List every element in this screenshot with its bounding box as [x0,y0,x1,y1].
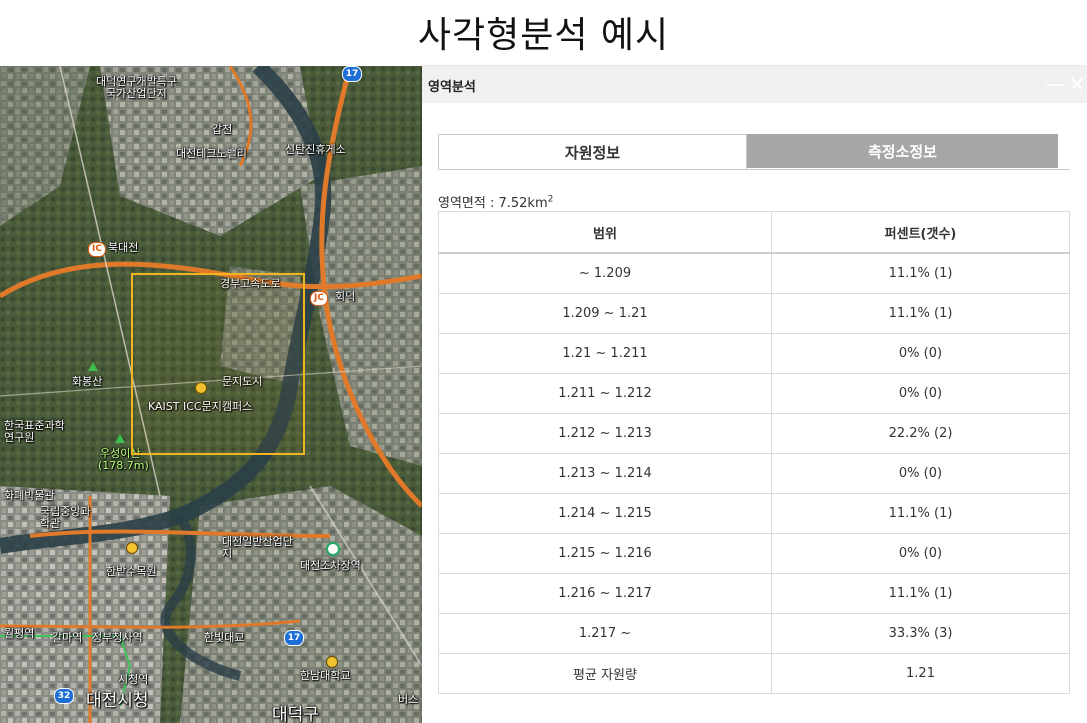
percent-cell: 11.1% (1) [771,573,1070,614]
map-label-daedeok2: 국가산업단지 [106,87,167,100]
page-title: 사각형분석 예시 [417,15,670,56]
table-row: 1.216 ~ 1.217 11.1% (1) [438,573,1070,614]
panel-controls: — ✕ [1043,74,1087,94]
map-label-sintan: 신탄진휴게소 [285,143,346,156]
map-label-kriss: 한국표준과학연구원 [4,419,65,444]
range-cell: 1.212 ~ 1.213 [438,413,772,454]
result-table: 범위 퍼센트(갯수) ~ 1.209 11.1% (1) 1.209 ~ 1.21 1… [438,211,1070,694]
hanbat-poi-icon[interactable] [126,542,138,554]
tab-station-info[interactable]: 측정소정보 [747,134,1058,168]
hannam-poi-icon[interactable] [326,656,338,668]
close-icon[interactable]: ✕ [1067,74,1087,94]
map-label-techno: 대전테크노밸리 [176,147,247,160]
table-row: 1.21 ~ 1.211 0% (0) [438,333,1070,374]
area-analysis-panel: 영역분석 — ✕ 자원정보 측정소정보 영역면적 : 7.52km2 범위 퍼센트… [422,66,1087,723]
table-row: 1.213 ~ 1.214 0% (0) [438,453,1070,494]
range-cell: 1.211 ~ 1.212 [438,373,772,414]
tab-resource-info[interactable]: 자원정보 [438,134,747,169]
mountain-icon-yuseong [115,434,125,443]
percent-cell: 0% (0) [771,333,1070,374]
percent-cell: 33.3% (3) [771,613,1070,654]
area-unit-exponent: 2 [547,194,554,205]
map-label-ilban: 대전일반산업단지 [222,535,293,560]
area-info: 영역면적 : 7.52km2 [438,192,553,211]
area-value: 영역면적 : 7.52km [438,196,548,211]
map-label-daejeon-sicheong: 대전시청 [86,691,149,711]
map-label-daedeokgu: 대덕구 [272,705,319,723]
percent-cell: 11.1% (1) [771,293,1070,334]
analysis-rectangle[interactable] [131,273,305,455]
map-label-sicheong: 시청역 [118,673,149,686]
percent-cell: 0% (0) [771,453,1070,494]
table-row: 1.214 ~ 1.215 11.1% (1) [438,493,1070,534]
map-label-yuseong-height: (178.7m) [98,459,149,472]
route-17-shield-south: 17 [284,630,304,646]
table-body: ~ 1.209 11.1% (1) 1.209 ~ 1.21 11.1% (1) 1.2… [438,252,1070,694]
satellite-map[interactable]: 대덕연구개발특구 국가산업단지 대전테크노밸리 신탄진휴게소 갑천 북대전 회덕… [0,66,422,723]
range-cell: 1.213 ~ 1.214 [438,453,772,494]
range-cell: 1.215 ~ 1.216 [438,533,772,574]
map-label-bukdaejeon: 북대전 [108,241,139,254]
map-label-jochajang: 대전조차장역 [300,559,361,572]
subway-station-icon[interactable] [326,542,340,556]
map-label-gapcheon: 갑천 [212,123,233,136]
range-cell: ~ 1.209 [438,252,772,294]
range-cell: 1.214 ~ 1.215 [438,493,772,534]
table-header-row: 범위 퍼센트(갯수) [438,211,1070,254]
map-label-hoedeok: 회덕 [335,290,356,303]
map-label-hanbitdaegyo: 한빛대교 [204,631,245,644]
panel-title: 영역분석 [428,80,476,95]
table-row: 1.209 ~ 1.21 11.1% (1) [438,293,1070,334]
tab-bar: 자원정보 측정소정보 [438,134,1070,170]
map-label-hwabong: 화봉산 [72,375,103,388]
range-cell: 1.209 ~ 1.21 [438,293,772,334]
table-row: ~ 1.209 11.1% (1) [438,252,1070,294]
route-32-shield: 32 [54,688,74,704]
table-row: 1.215 ~ 1.216 0% (0) [438,533,1070,574]
panel-header[interactable]: 영역분석 — ✕ [422,66,1087,103]
header-percent: 퍼센트(갯수) [771,211,1070,254]
jc-badge-hoedeok: JC [310,291,328,306]
table-row: 1.211 ~ 1.212 0% (0) [438,373,1070,414]
range-cell: 1.217 ~ [438,613,772,654]
percent-cell: 22.2% (2) [771,413,1070,454]
minimize-icon[interactable]: — [1045,74,1065,94]
map-label-bus-terminal: 버스 [398,693,419,706]
percent-cell: 11.1% (1) [771,493,1070,534]
map-label-wolpyeong: 월평역 [4,627,35,640]
table-row: 1.217 ~33.3% (3) [438,613,1070,654]
route-17-shield: 17 [342,66,362,82]
ic-badge-bukdaejeon: IC [88,242,106,257]
map-label-jeongbu: 정부청사역 [92,631,143,644]
map-label-galma: 갈마역 [52,631,83,644]
mountain-icon-hwabong [88,362,98,371]
range-cell: 1.21 ~ 1.211 [438,333,772,374]
header-range: 범위 [438,211,772,254]
percent-cell: 0% (0) [771,533,1070,574]
range-cell: 평균 자원량 [438,653,772,694]
map-label-science: 국립중앙과학관 [40,505,91,530]
map-label-hannam: 한남대학교 [300,669,351,682]
table-row: 평균 자원량 1.21 [438,653,1070,694]
percent-cell: 11.1% (1) [771,252,1070,294]
percent-cell: 1.21 [771,653,1070,694]
range-cell: 1.216 ~ 1.217 [438,573,772,614]
map-label-hanbat: 한밭수목원 [106,565,157,578]
percent-cell: 0% (0) [771,373,1070,414]
map-label-hwapye: 화폐박물관 [4,489,55,502]
table-row: 1.212 ~ 1.213 22.2% (2) [438,413,1070,454]
